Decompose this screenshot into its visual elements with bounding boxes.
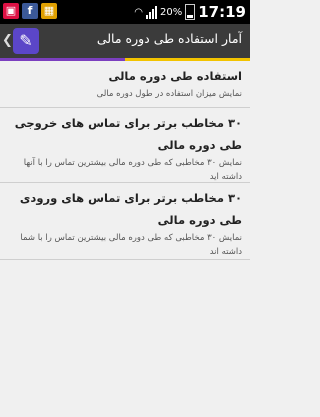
item-description: نمایش میزان استفاده در طول دوره مالی [96,89,242,99]
facebook-icon: f [22,3,38,19]
settings-item-top-incoming[interactable]: ۳۰ مخاطب برتر برای تماس های ورودی طی دور… [0,185,250,260]
wifi-icon: ◠ [134,6,144,18]
action-bar: ❮ ✎ آمار استفاده طی دوره مالی [0,24,250,58]
item-title: ۳۰ مخاطب برتر برای تماس های ورودی طی دور… [19,191,242,227]
clock: 17:19 [198,3,246,21]
battery-percent: 20% [160,6,183,18]
item-title: استفاده طی دوره مالی [108,69,242,83]
app-icon[interactable]: ✎ [13,28,39,54]
signal-icon [146,5,158,19]
back-chevron-icon[interactable]: ❮ [2,33,13,48]
item-description: نمایش ۳۰ مخاطبی که طی دوره مالی بیشترین … [23,158,242,182]
status-bar: ▣ f ▦ ◠ 20% 17:19 [0,0,250,24]
item-description: نمایش ۳۰ مخاطبی که طی دوره مالی بیشترین … [20,233,242,257]
item-title: ۳۰ مخاطب برتر برای تماس های خروجی طی دور… [14,116,242,152]
gallery-icon: ▣ [3,3,19,19]
accent-bar [0,58,250,61]
settings-item-top-outgoing[interactable]: ۳۰ مخاطب برتر برای تماس های خروجی طی دور… [0,110,250,183]
page-title: آمار استفاده طی دوره مالی [96,31,242,46]
settings-item-usage[interactable]: استفاده طی دوره مالی نمایش میزان استفاده… [0,63,250,108]
battery-icon [185,4,196,20]
gift-icon: ▦ [41,3,57,19]
